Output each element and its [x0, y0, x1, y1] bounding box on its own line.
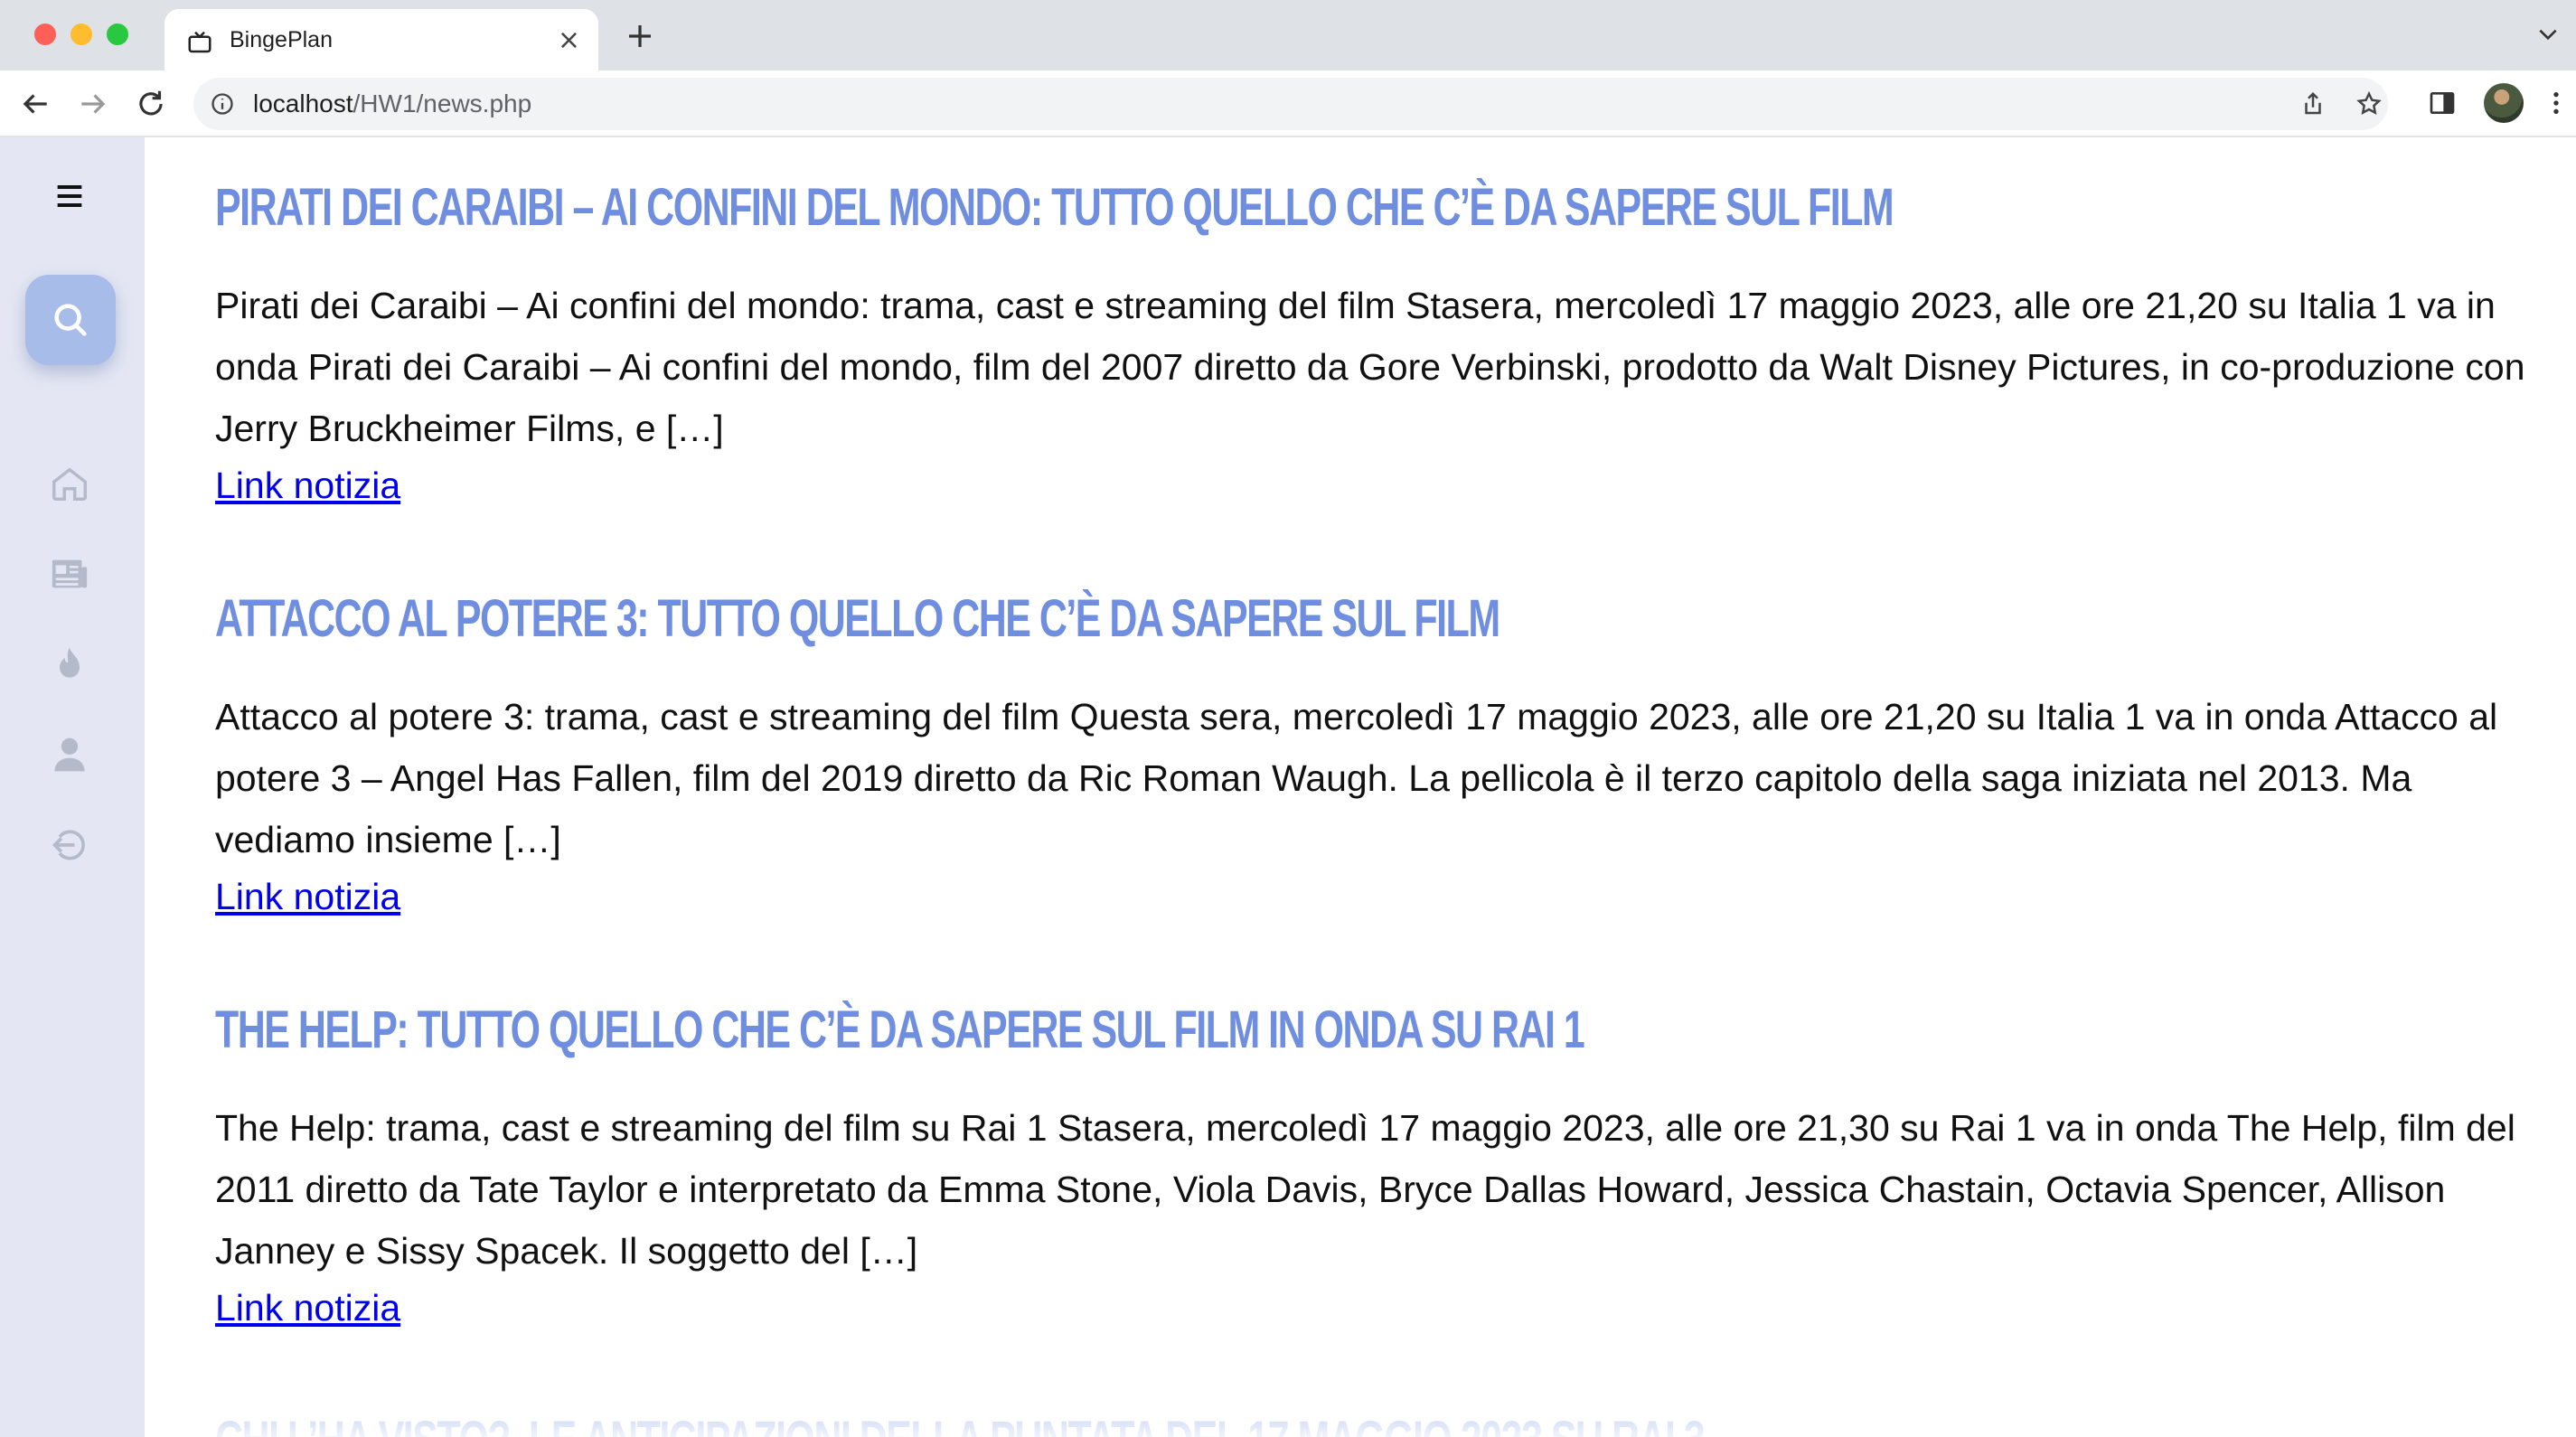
new-tab-icon[interactable]: [624, 20, 656, 52]
chevron-down-icon[interactable]: [2536, 25, 2560, 43]
side-panel-icon[interactable]: [2428, 89, 2457, 117]
sidebar-item-trending[interactable]: [47, 642, 92, 687]
bookmark-star-icon[interactable]: [2355, 90, 2383, 117]
news-article: Pirati dei Caraibi – Ai confini del mond…: [215, 172, 2547, 507]
fire-icon: [60, 647, 80, 678]
window-minimize-button[interactable]: [71, 23, 92, 45]
home-icon: [52, 467, 87, 501]
window-close-button[interactable]: [34, 23, 56, 45]
logout-icon: [52, 830, 85, 860]
tab-title: BingePlan: [230, 27, 333, 52]
tv-icon: [188, 31, 212, 53]
forward-arrow-icon[interactable]: [76, 87, 110, 121]
newspaper-icon: [52, 559, 88, 588]
article-summary: Attacco al potere 3: trama, cast e strea…: [215, 696, 2498, 860]
address-bar[interactable]: localhost/HW1/news.php: [193, 78, 2388, 130]
browser-titlebar: BingePlan ×: [0, 0, 2576, 72]
sidebar-item-news[interactable]: [47, 551, 92, 596]
reload-icon[interactable]: [134, 87, 168, 121]
article-title: Pirati dei Caraibi – Ai confini del mond…: [215, 178, 1894, 237]
browser-toolbar: localhost/HW1/news.php: [0, 70, 2576, 137]
news-article: Attacco al potere 3: tutto quello che c’…: [215, 583, 2547, 918]
url-text[interactable]: localhost/HW1/news.php: [253, 89, 531, 118]
share-icon[interactable]: [2299, 90, 2327, 117]
hamburger-menu-icon[interactable]: [47, 174, 92, 219]
info-icon[interactable]: [210, 91, 235, 117]
sidebar: [0, 137, 145, 1437]
more-menu-icon[interactable]: [2545, 89, 2567, 117]
article-link[interactable]: Link notizia: [215, 876, 400, 918]
article-link[interactable]: Link notizia: [215, 465, 400, 507]
browser-tab[interactable]: BingePlan ×: [165, 9, 598, 72]
url-path: /HW1/news.php: [353, 89, 532, 117]
article-summary: The Help: trama, cast e streaming del fi…: [215, 1107, 2515, 1272]
sidebar-item-profile[interactable]: [47, 732, 92, 777]
sidebar-item-logout[interactable]: [47, 822, 92, 868]
url-host: localhost: [253, 89, 353, 117]
sidebar-item-home[interactable]: [47, 461, 92, 506]
article-summary: Pirati dei Caraibi – Ai confini del mond…: [215, 285, 2525, 449]
user-icon: [54, 737, 85, 772]
profile-avatar[interactable]: [2484, 83, 2524, 123]
back-arrow-icon[interactable]: [18, 87, 52, 121]
search-button[interactable]: [25, 275, 116, 365]
page-viewport: Pirati dei Caraibi – Ai confini del mond…: [0, 137, 2576, 1437]
article-title: The Help: tutto quello che c’è da sapere…: [215, 1000, 1585, 1059]
news-article: Chi l’ha visto?, le anticipazioni della …: [215, 1404, 2227, 1437]
search-icon: [54, 304, 87, 336]
news-article: The Help: tutto quello che c’è da sapere…: [215, 994, 2547, 1329]
window-maximize-button[interactable]: [107, 23, 128, 45]
article-title: Attacco al potere 3: tutto quello che c’…: [215, 589, 1500, 648]
tab-close-icon[interactable]: ×: [558, 27, 580, 54]
article-link[interactable]: Link notizia: [215, 1287, 400, 1329]
article-title: Chi l’ha visto?, le anticipazioni della …: [215, 1404, 1706, 1437]
